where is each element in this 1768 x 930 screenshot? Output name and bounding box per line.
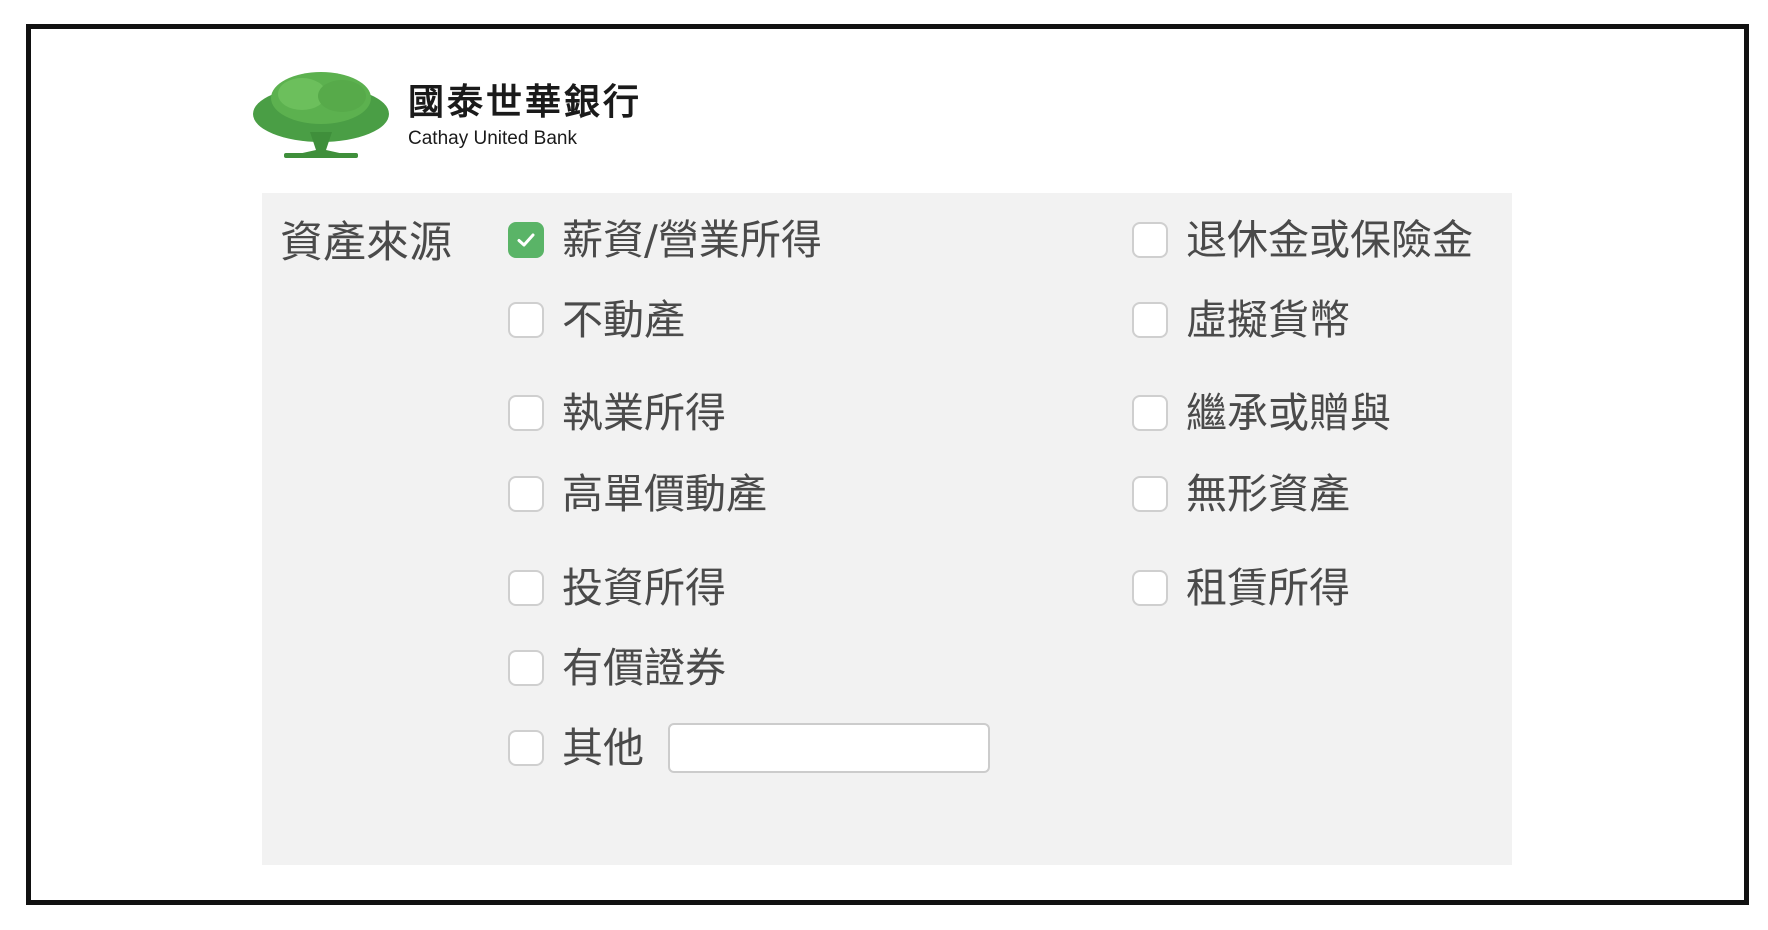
option-inheritance-gift[interactable]: 繼承或贈與 bbox=[1132, 387, 1391, 439]
asset-source-panel: 資產來源 薪資/營業所得 不動產 執業所得 高單價動產 投資所得 有價證券 其他 bbox=[262, 193, 1512, 865]
option-pension-insurance[interactable]: 退休金或保險金 bbox=[1132, 214, 1473, 266]
checkbox-icon[interactable] bbox=[508, 476, 544, 512]
option-professional-income[interactable]: 執業所得 bbox=[508, 387, 726, 439]
option-label: 高單價動產 bbox=[562, 470, 767, 518]
option-label: 其他 bbox=[562, 724, 644, 772]
tree-logo-icon bbox=[253, 72, 389, 158]
option-virtual-currency[interactable]: 虛擬貨幣 bbox=[1132, 294, 1350, 346]
option-label: 有價證券 bbox=[562, 644, 726, 692]
checkbox-icon[interactable] bbox=[1132, 302, 1168, 338]
option-real-estate[interactable]: 不動產 bbox=[508, 294, 685, 346]
option-investment-income[interactable]: 投資所得 bbox=[508, 562, 726, 614]
checkbox-icon[interactable] bbox=[1132, 570, 1168, 606]
bank-name-zh: 國泰世華銀行 bbox=[408, 82, 643, 123]
checkbox-icon[interactable] bbox=[508, 570, 544, 606]
checkbox-icon[interactable] bbox=[508, 730, 544, 766]
option-label: 執業所得 bbox=[562, 389, 726, 437]
checkbox-checked-icon[interactable] bbox=[508, 222, 544, 258]
option-securities[interactable]: 有價證券 bbox=[508, 642, 726, 694]
option-label: 虛擬貨幣 bbox=[1186, 296, 1350, 344]
asset-source-label: 資產來源 bbox=[280, 218, 452, 268]
checkbox-icon[interactable] bbox=[508, 302, 544, 338]
option-intangible-assets[interactable]: 無形資產 bbox=[1132, 468, 1350, 520]
checkbox-icon[interactable] bbox=[1132, 222, 1168, 258]
other-input[interactable] bbox=[668, 723, 990, 773]
option-label: 退休金或保險金 bbox=[1186, 216, 1473, 264]
checkbox-icon[interactable] bbox=[1132, 395, 1168, 431]
bank-logo: 國泰世華銀行 Cathay United Bank bbox=[250, 70, 642, 162]
option-high-value-movables[interactable]: 高單價動產 bbox=[508, 468, 767, 520]
checkbox-icon[interactable] bbox=[1132, 476, 1168, 512]
option-label: 薪資/營業所得 bbox=[562, 216, 822, 264]
checkbox-icon[interactable] bbox=[508, 650, 544, 686]
option-label: 投資所得 bbox=[562, 564, 726, 612]
option-label: 繼承或贈與 bbox=[1186, 389, 1391, 437]
checkbox-icon[interactable] bbox=[508, 395, 544, 431]
option-label: 無形資產 bbox=[1186, 470, 1350, 518]
option-label: 不動產 bbox=[562, 296, 685, 344]
bank-name-en: Cathay United Bank bbox=[408, 128, 577, 149]
option-salary[interactable]: 薪資/營業所得 bbox=[508, 214, 822, 266]
option-other[interactable]: 其他 bbox=[508, 722, 990, 774]
check-icon bbox=[517, 233, 535, 247]
option-label: 租賃所得 bbox=[1186, 564, 1350, 612]
option-rental-income[interactable]: 租賃所得 bbox=[1132, 562, 1350, 614]
